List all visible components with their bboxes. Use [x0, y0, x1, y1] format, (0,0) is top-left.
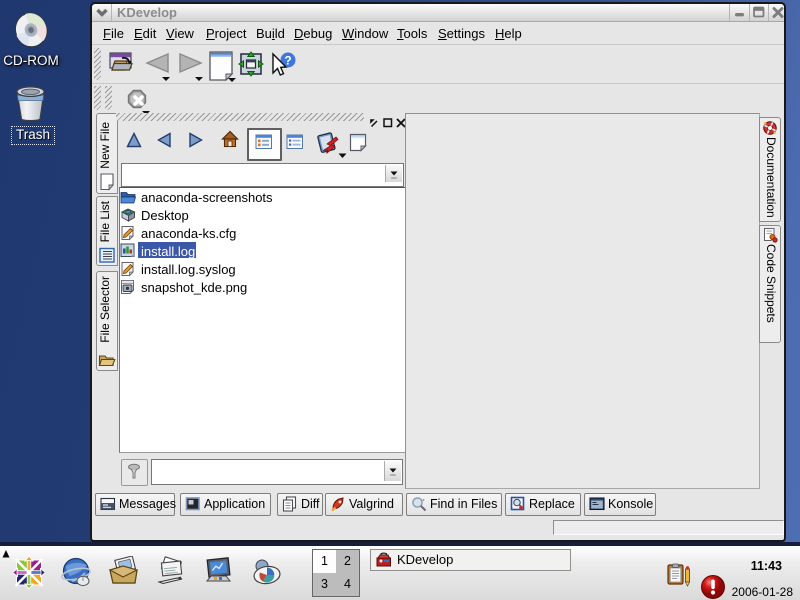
svg-text:?: ? — [284, 54, 291, 68]
